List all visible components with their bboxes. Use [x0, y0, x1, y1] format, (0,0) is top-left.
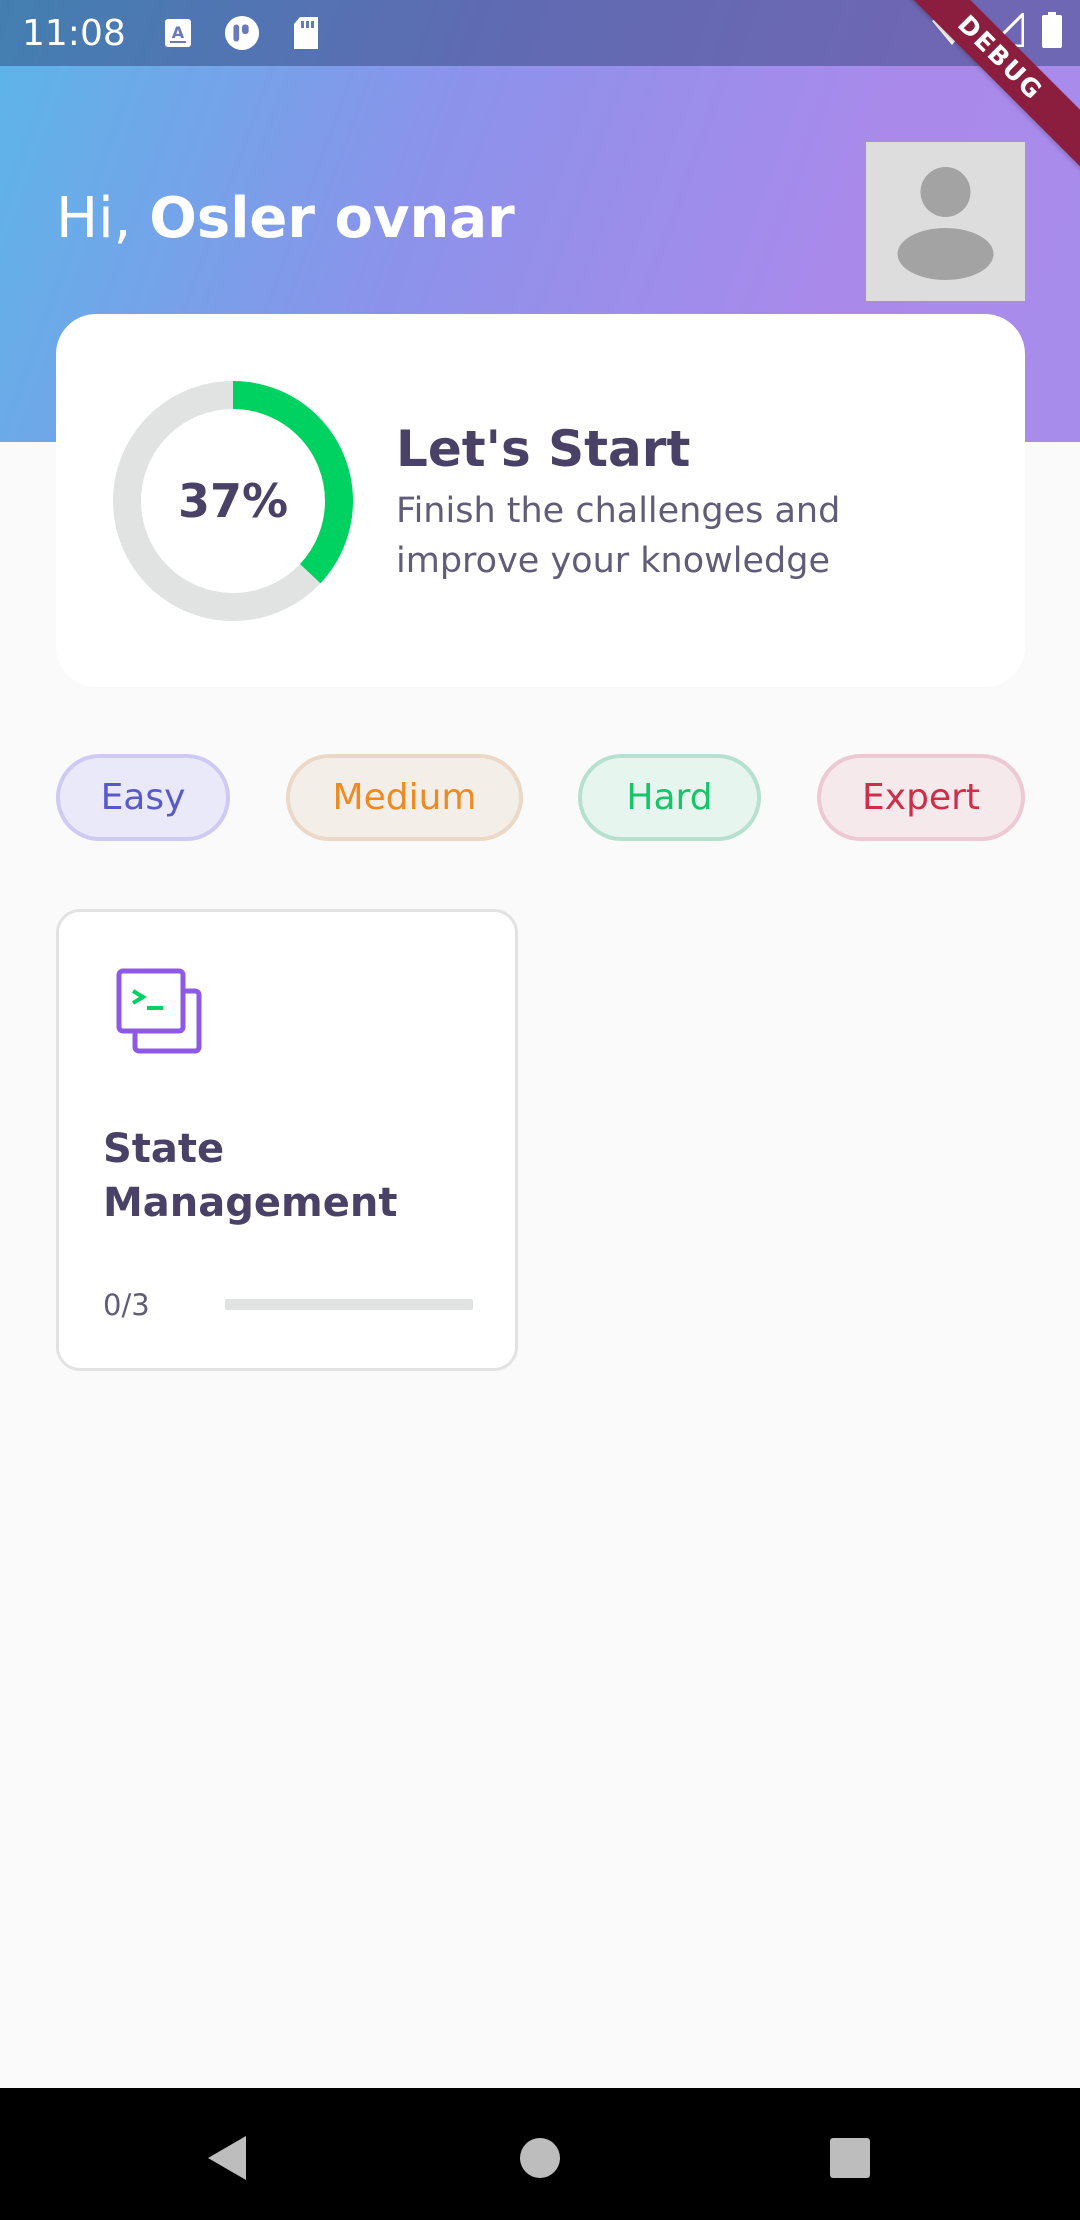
- greeting: Hi, Osler ovnar: [56, 186, 515, 251]
- back-icon[interactable]: [196, 2128, 256, 2188]
- progress-ring: 37%: [106, 374, 360, 628]
- user-name: Osler ovnar: [149, 186, 515, 251]
- avatar[interactable]: [866, 142, 1025, 301]
- home-icon[interactable]: [510, 2128, 570, 2188]
- filter-expert[interactable]: Expert: [817, 754, 1025, 841]
- filter-easy[interactable]: Easy: [56, 754, 230, 841]
- terminal-icon: [113, 965, 205, 1057]
- battery-icon: [1042, 12, 1062, 52]
- topic-progress-bar: [225, 1299, 473, 1310]
- filter-medium[interactable]: Medium: [286, 754, 523, 841]
- progress-percent: 37%: [177, 474, 289, 528]
- topic-progress-count: 0/3: [103, 1288, 150, 1322]
- person-placeholder-icon: [897, 167, 994, 280]
- navigation-bar: [0, 2088, 1080, 2220]
- recents-icon[interactable]: [820, 2128, 880, 2188]
- status-bar: 11:08 A: [0, 0, 1080, 66]
- app-icon: [224, 15, 260, 51]
- greeting-prefix: Hi,: [56, 186, 150, 251]
- topic-title: State Management: [103, 1126, 398, 1226]
- status-time: 11:08: [22, 12, 126, 54]
- filter-hard[interactable]: Hard: [578, 754, 761, 841]
- keyboard-a-icon: A: [160, 15, 196, 51]
- progress-card: 37% Let's Start Finish the challenges an…: [56, 314, 1025, 687]
- topic-card[interactable]: State Management 0/3: [56, 909, 518, 1371]
- svg-text:A: A: [172, 23, 185, 42]
- sd-card-icon: [288, 15, 324, 51]
- card-description: Finish the challenges and improve your k…: [396, 491, 841, 581]
- card-title: Let's Start: [396, 420, 691, 478]
